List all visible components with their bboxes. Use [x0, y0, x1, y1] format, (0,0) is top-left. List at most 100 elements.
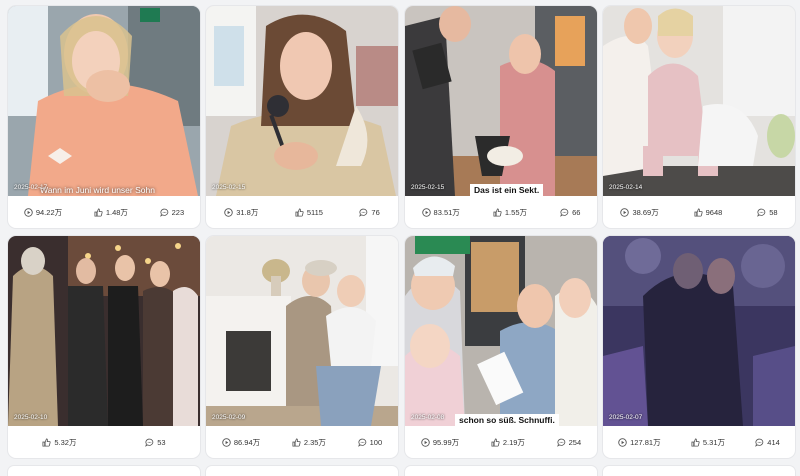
- video-stats: 38.69万 9648 58: [603, 196, 795, 228]
- thumbs-up-icon: [292, 437, 301, 447]
- play-count-value: 94.22万: [35, 207, 63, 217]
- video-thumbnail[interactable]: schon so süß. Schnuffi. 2025-02-08: [405, 236, 597, 426]
- comment-count-value: 58: [769, 207, 778, 217]
- like-count: 5115: [295, 208, 323, 217]
- video-thumbnail[interactable]: Wann im Juni wird unser Sohn 2025-02-17: [8, 6, 200, 196]
- comment-count: 254: [556, 437, 582, 447]
- video-date: 2025-02-15: [411, 184, 445, 191]
- thumbs-up-icon: [691, 437, 700, 447]
- comment-icon: [359, 208, 368, 217]
- video-stats: 83.51万 1.55万 66: [405, 196, 597, 228]
- play-count-value: 86.94万: [233, 437, 261, 447]
- comment-icon: [357, 438, 367, 447]
- comment-count-value: 254: [568, 437, 582, 447]
- video-card[interactable]: 2025-02-10 5.32万 53: [8, 236, 200, 458]
- comment-icon: [560, 208, 569, 217]
- video-card[interactable]: schon so süß. Schnuffi. 2025-02-08 95.99…: [405, 236, 597, 458]
- comment-count-value: 223: [171, 207, 185, 217]
- like-count-value: 5.31万: [702, 437, 725, 447]
- thumbs-up-icon: [94, 207, 103, 217]
- like-count: 2.19万: [491, 437, 525, 448]
- video-date: 2025-02-08: [411, 414, 445, 421]
- like-count-value: 2.35万: [303, 437, 326, 447]
- play-count: 38.69万: [620, 207, 659, 218]
- video-stats: 86.94万 2.35万 100: [206, 426, 398, 458]
- video-stats: 94.22万 1.48万 223: [8, 196, 200, 228]
- comment-icon: [159, 208, 169, 217]
- play-count-value: 38.69万: [632, 207, 659, 217]
- video-card[interactable]: 2025-02-15 31.8万 5115 76: [206, 6, 398, 228]
- comment-count: 223: [159, 207, 185, 217]
- play-count-value: 31.8万: [236, 207, 259, 217]
- like-count-value: 2.19万: [502, 437, 525, 447]
- comment-count: 76: [359, 207, 380, 217]
- video-date: 2025-02-14: [609, 184, 643, 191]
- play-circle-icon: [620, 207, 630, 217]
- play-count: 83.51万: [421, 207, 460, 218]
- video-thumbnail[interactable]: 2025-02-15: [206, 6, 398, 196]
- comment-icon: [145, 438, 154, 447]
- video-card-partial[interactable]: [405, 466, 597, 476]
- video-card[interactable]: 2025-02-07 127.81万 5.31万 414: [603, 236, 795, 458]
- comment-count: 100: [357, 437, 383, 447]
- comment-count: 53: [145, 437, 166, 447]
- video-caption: Wann im Juni wird unser Sohn: [40, 185, 155, 195]
- video-card-partial[interactable]: [8, 466, 200, 476]
- video-thumbnail[interactable]: 2025-02-14: [603, 6, 795, 196]
- video-date: 2025-02-09: [212, 414, 246, 421]
- play-count: 86.94万: [222, 437, 260, 448]
- video-card[interactable]: 2025-02-09 86.94万 2.35万 100: [206, 236, 398, 458]
- play-count: 95.99万: [421, 437, 459, 448]
- comment-count-value: 414: [767, 437, 780, 447]
- video-card-partial[interactable]: [206, 466, 398, 476]
- like-count: 1.55万: [493, 207, 527, 218]
- like-count: 1.48万: [94, 207, 128, 218]
- video-date: 2025-02-07: [609, 414, 643, 421]
- comment-icon: [755, 438, 764, 447]
- video-stats: 95.99万 2.19万 254: [405, 426, 597, 458]
- video-thumbnail[interactable]: Das ist ein Sekt. 2025-02-15: [405, 6, 597, 196]
- play-circle-icon: [421, 437, 430, 447]
- video-card[interactable]: 2025-02-14 38.69万 9648 58: [603, 6, 795, 228]
- like-count-value: 1.55万: [504, 207, 527, 217]
- thumbs-up-icon: [694, 207, 703, 217]
- video-thumbnail[interactable]: 2025-02-09: [206, 236, 398, 426]
- video-card-partial[interactable]: [603, 466, 795, 476]
- video-grid: Wann im Juni wird unser Sohn 2025-02-17 …: [0, 0, 800, 476]
- comment-count: 58: [757, 207, 778, 217]
- video-date: 2025-02-10: [14, 414, 48, 421]
- comment-count-value: 76: [371, 207, 380, 217]
- play-count-value: 83.51万: [433, 207, 460, 217]
- comment-count: 414: [755, 438, 780, 447]
- comment-count-value: 53: [157, 437, 166, 447]
- thumbs-up-icon: [295, 207, 304, 217]
- like-count: 2.35万: [292, 437, 326, 448]
- video-stats: 31.8万 5115 76: [206, 196, 398, 228]
- play-count-value: 95.99万: [432, 437, 460, 447]
- like-count-value: 5115: [306, 207, 323, 217]
- video-thumbnail[interactable]: 2025-02-10: [8, 236, 200, 426]
- video-caption: schon so süß. Schnuffi.: [455, 414, 559, 426]
- thumbs-up-icon: [42, 437, 51, 447]
- like-count-value: 9648: [705, 207, 723, 217]
- comment-count-value: 100: [369, 437, 383, 447]
- play-circle-icon: [224, 207, 233, 217]
- video-stats: 127.81万 5.31万 414: [603, 426, 795, 458]
- video-card[interactable]: Das ist ein Sekt. 2025-02-15 83.51万 1.55…: [405, 6, 597, 228]
- like-count-value: 1.48万: [105, 207, 128, 217]
- comment-count-value: 66: [572, 207, 581, 217]
- video-thumbnail[interactable]: 2025-02-07: [603, 236, 795, 426]
- comment-count: 66: [560, 208, 580, 217]
- video-card[interactable]: Wann im Juni wird unser Sohn 2025-02-17 …: [8, 6, 200, 228]
- video-date: 2025-02-17: [14, 184, 48, 191]
- like-count-value: 5.32万: [54, 437, 77, 447]
- thumbs-up-icon: [493, 207, 502, 217]
- play-count: 94.22万: [24, 207, 62, 218]
- play-count-value: 127.81万: [630, 437, 661, 447]
- thumbs-up-icon: [491, 437, 500, 447]
- like-count: 5.32万: [42, 437, 76, 448]
- comment-icon: [757, 208, 766, 217]
- video-stats: 5.32万 53: [8, 426, 200, 458]
- video-date: 2025-02-15: [212, 184, 246, 191]
- play-circle-icon: [222, 437, 231, 447]
